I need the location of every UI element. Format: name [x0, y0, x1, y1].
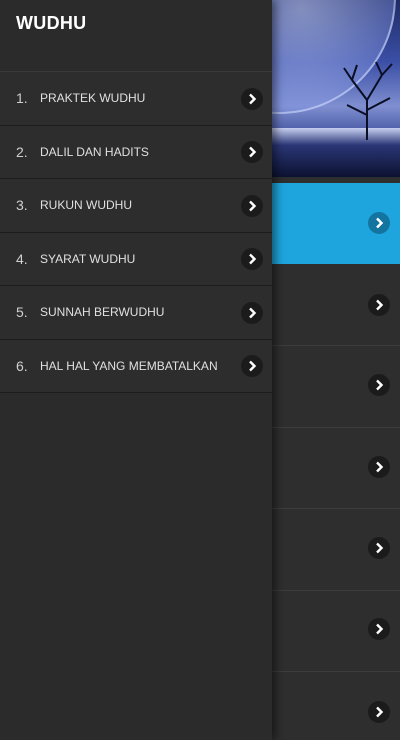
item-number: 3.	[16, 197, 28, 214]
chevron-right-icon	[368, 701, 390, 723]
chevron-right-icon	[368, 212, 390, 234]
drawer-item-hal-hal-yang-membatalkan[interactable]: 6. HAL HAL YANG MEMBATALKAN	[0, 339, 272, 393]
chevron-right-icon	[241, 355, 263, 377]
chevron-right-icon	[368, 456, 390, 478]
item-number: 6.	[16, 357, 28, 374]
list-item[interactable]	[272, 346, 400, 428]
list-item[interactable]	[272, 509, 400, 591]
item-number: 2.	[16, 143, 28, 160]
item-label: HAL HAL YANG MEMBATALKAN	[40, 358, 218, 373]
item-label: SUNNAH BERWUDHU	[40, 305, 165, 320]
drawer-item-dalil-dan-hadits[interactable]: 2. DALIL DAN HADITS	[0, 125, 272, 179]
list-item[interactable]	[272, 183, 400, 264]
background-content	[272, 0, 400, 740]
drawer-item-sunnah-berwudhu[interactable]: 5. SUNNAH BERWUDHU	[0, 286, 272, 340]
chevron-right-icon	[241, 301, 263, 324]
chevron-right-icon	[241, 141, 263, 163]
navigation-drawer: WUDHU 1. PRAKTEK WUDHU 2. DALIL DAN HADI…	[0, 0, 272, 740]
drawer-item-syarat-wudhu[interactable]: 4. SYARAT WUDHU	[0, 232, 272, 286]
header-image-moon-night	[272, 0, 400, 177]
chevron-right-icon	[368, 537, 390, 559]
list-item[interactable]	[272, 590, 400, 672]
chevron-right-icon	[368, 618, 390, 640]
chevron-right-icon	[241, 87, 263, 110]
item-label: RUKUN WUDHU	[40, 198, 132, 213]
chevron-right-icon	[368, 294, 390, 316]
drawer-title: WUDHU	[16, 13, 87, 33]
list-item[interactable]	[272, 264, 400, 346]
list-item[interactable]	[272, 671, 400, 740]
chevron-right-icon	[241, 194, 263, 217]
item-number: 5.	[16, 304, 28, 321]
item-label: SYARAT WUDHU	[40, 251, 136, 266]
item-number: 1.	[16, 90, 28, 107]
drawer-header: WUDHU	[0, 0, 272, 72]
chevron-right-icon	[241, 248, 263, 270]
chevron-right-icon	[368, 374, 390, 396]
item-label: DALIL DAN HADITS	[40, 144, 149, 159]
list-item[interactable]	[272, 427, 400, 509]
drawer-item-praktek-wudhu[interactable]: 1. PRAKTEK WUDHU	[0, 72, 272, 126]
drawer-item-rukun-wudhu[interactable]: 3. RUKUN WUDHU	[0, 179, 272, 233]
item-label: PRAKTEK WUDHU	[40, 91, 146, 106]
item-number: 4.	[16, 250, 28, 267]
